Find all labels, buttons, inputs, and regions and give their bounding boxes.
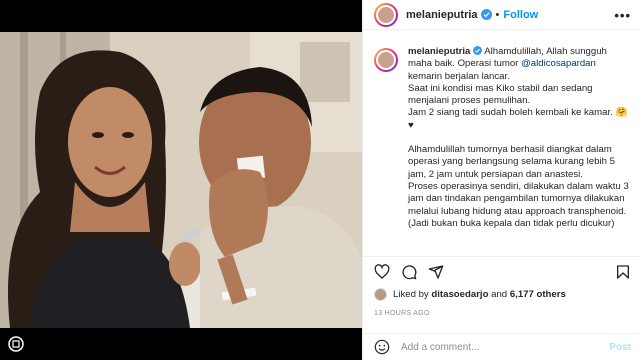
more-options-button[interactable]: •••: [614, 8, 631, 23]
post-comment-button[interactable]: Post: [609, 342, 631, 353]
caption-mention-link[interactable]: @aldicosapardan: [521, 58, 596, 69]
follow-button[interactable]: Follow: [503, 9, 538, 21]
emoji-icon[interactable]: [374, 339, 390, 355]
caption-area: melanieputria Alhamdulillah, Allah sungg…: [363, 46, 640, 250]
post-media-area: [0, 0, 362, 360]
reel-icon: [8, 336, 24, 352]
heart-icon[interactable]: [374, 264, 390, 280]
header-separator: •: [495, 8, 500, 21]
post-photo[interactable]: [0, 32, 362, 328]
caption-line-4: Jam 2 siang tadi sudah boleh kembali ke …: [408, 107, 628, 119]
caption-line-6: Proses operasinya sendiri, dilakukan dal…: [408, 180, 629, 229]
verified-badge-icon: [473, 46, 483, 55]
author-avatar[interactable]: [374, 2, 398, 27]
caption-username[interactable]: melanieputria: [408, 46, 470, 57]
caption-text: melanieputria Alhamdulillah, Allah sungg…: [408, 46, 631, 230]
comment-bar: Post: [363, 333, 640, 360]
post-header: melanieputria • Follow •••: [363, 0, 640, 30]
liked-by-others-link[interactable]: 6,177 others: [510, 289, 566, 300]
verified-badge-icon: [480, 9, 492, 20]
caption-line-5: Alhamdulillah tumornya berhasil diangkat…: [408, 144, 615, 180]
liker-avatar[interactable]: [374, 288, 387, 301]
liked-by-and: and: [491, 289, 508, 300]
post-timestamp[interactable]: 13 HOURS AGO: [374, 310, 430, 317]
caption-line-2: kemarin berjalan lancar.: [408, 70, 510, 82]
liked-by-user-link[interactable]: ditasoedarjo: [431, 289, 488, 300]
share-icon[interactable]: [428, 264, 444, 280]
author-username[interactable]: melanieputria: [406, 9, 478, 21]
likes-summary: Liked by ditasoedarjo and 6,177 others: [374, 288, 566, 301]
caption-line-3: Saat ini kondisi mas Kiko stabil dan sed…: [408, 82, 593, 107]
post-actions-bar: [363, 256, 640, 286]
post-side-panel: melanieputria • Follow ••• melanieputria…: [362, 0, 640, 360]
photo-illustration: [0, 32, 362, 328]
comment-input[interactable]: [401, 341, 581, 353]
caption-avatar[interactable]: [374, 48, 398, 72]
comment-icon[interactable]: [401, 264, 417, 280]
caption-heart-line: ♥: [408, 119, 414, 131]
bookmark-icon[interactable]: [615, 264, 631, 280]
liked-by-prefix: Liked by: [393, 289, 429, 300]
